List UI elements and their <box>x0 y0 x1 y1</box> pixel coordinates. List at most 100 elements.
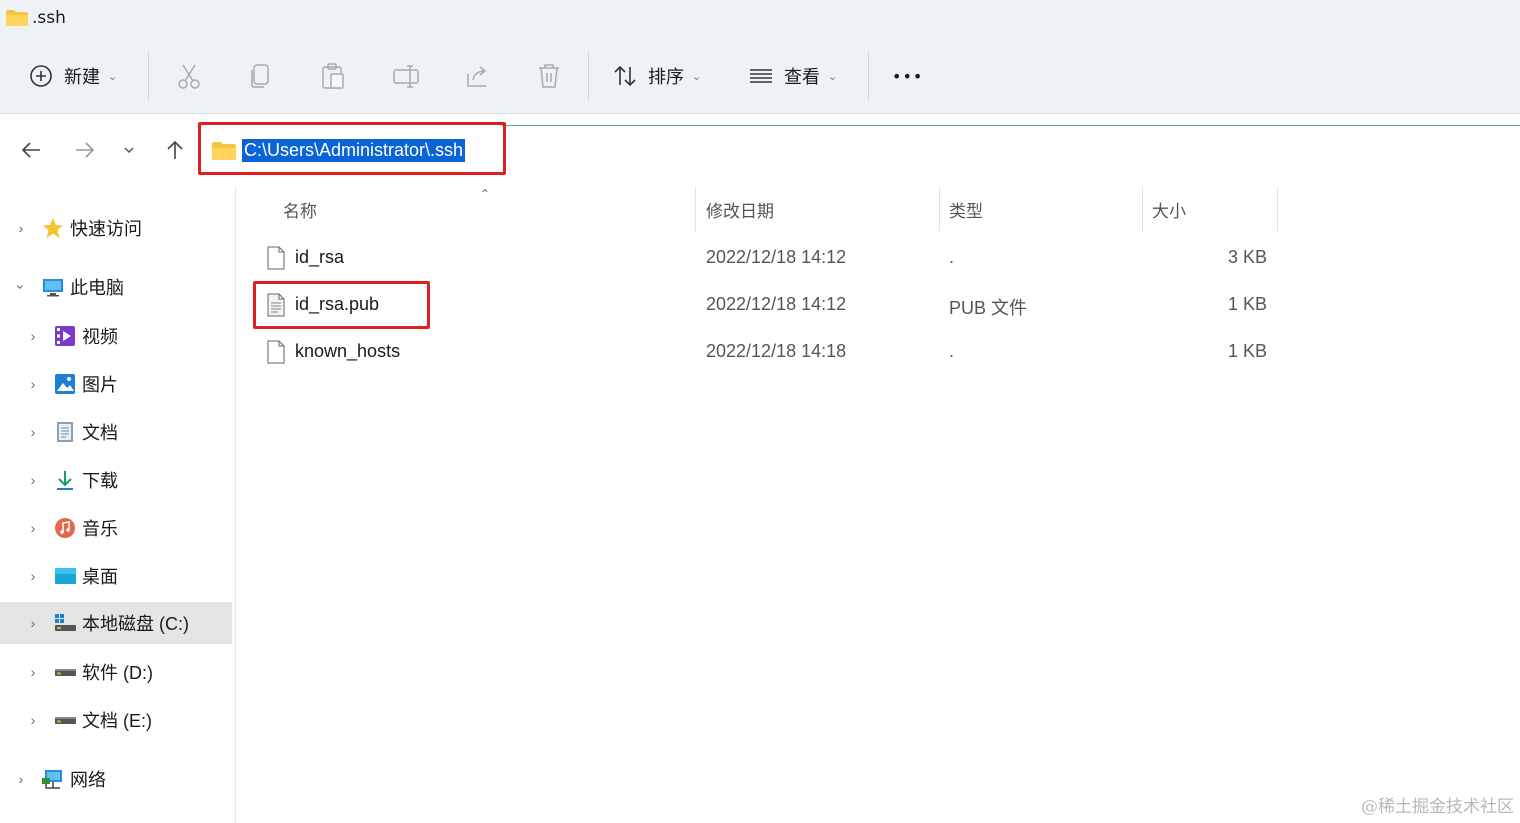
chevron-down-icon: ⌄ <box>108 69 118 83</box>
file-modified: 2022/12/18 14:12 <box>706 247 847 267</box>
file-modified: 2022/12/18 14:12 <box>706 294 847 314</box>
download-icon <box>54 469 76 491</box>
annotation-highlight-box <box>198 122 506 175</box>
scissors-icon <box>178 64 200 89</box>
column-divider[interactable] <box>695 187 696 231</box>
chevron-right-icon: › <box>30 472 36 488</box>
sidebar-item-pictures[interactable]: › 图片 <box>0 363 232 405</box>
back-button[interactable] <box>16 135 46 165</box>
chevron-down-icon: ⌄ <box>828 69 838 83</box>
more-options-button[interactable]: ••• <box>892 56 923 96</box>
blank-file-icon <box>267 340 285 364</box>
sort-ascending-icon: ⌃ <box>480 187 491 201</box>
sidebar-item-documents[interactable]: › 文档 <box>0 411 232 453</box>
sidebar-item-label: 此电脑 <box>70 278 124 298</box>
more-icon: ••• <box>892 66 924 86</box>
cut-button[interactable] <box>176 56 202 96</box>
up-button[interactable] <box>160 135 190 165</box>
sidebar-item-label: 文档 <box>82 423 118 443</box>
file-type: . <box>949 247 955 267</box>
column-divider[interactable] <box>1277 187 1278 231</box>
copy-button[interactable] <box>248 56 274 96</box>
sidebar-item-label: 文档 (E:) <box>82 711 152 731</box>
delete-button[interactable] <box>536 56 562 96</box>
chevron-right-icon: › <box>30 615 36 631</box>
rename-button[interactable] <box>392 56 420 96</box>
computer-icon <box>42 276 64 298</box>
sidebar-item-label: 桌面 <box>82 567 118 587</box>
sidebar-item-drive-d[interactable]: › 软件 (D:) <box>0 651 232 693</box>
chevron-right-icon: › <box>18 220 24 236</box>
sort-label: 排序 <box>648 67 684 88</box>
chevron-right-icon: › <box>30 520 36 536</box>
document-icon <box>54 421 76 443</box>
sidebar-item-desktop[interactable]: › 桌面 <box>0 555 232 597</box>
sidebar-item-drive-e[interactable]: › 文档 (E:) <box>0 699 232 741</box>
column-header-label: 修改日期 <box>706 201 774 221</box>
chevron-right-icon: › <box>30 376 36 392</box>
chevron-right-icon: › <box>30 424 36 440</box>
file-type: . <box>949 341 955 361</box>
file-row[interactable]: known_hosts 2022/12/18 14:18 . 1 KB <box>237 331 1277 373</box>
column-divider[interactable] <box>1142 187 1143 231</box>
sort-button[interactable]: 排序 ⌄ <box>612 56 701 96</box>
network-icon <box>42 768 64 790</box>
arrow-right-icon <box>76 142 95 158</box>
navigation-pane: › 快速访问 › 此电脑 › 视频 › 图片 › 文档 › 下载 › 音乐 › … <box>0 187 236 823</box>
command-bar: 新建 ⌄ 排序 ⌄ 查看 ⌄ ••• <box>0 36 1520 114</box>
toolbar-divider <box>148 52 149 100</box>
plus-circle-icon <box>30 65 52 87</box>
sidebar-item-label: 本地磁盘 (C:) <box>82 614 189 634</box>
sidebar-item-videos[interactable]: › 视频 <box>0 315 232 357</box>
paste-button[interactable] <box>320 56 346 96</box>
file-list-pane: ⌃ 名称 修改日期 类型 大小 id_rsa 2022/12/18 14:12 … <box>237 187 1520 823</box>
share-button[interactable] <box>464 56 492 96</box>
file-row[interactable]: id_rsa 2022/12/18 14:12 . 3 KB <box>237 237 1277 279</box>
window-title: .ssh <box>32 8 66 28</box>
drive-icon <box>54 709 76 731</box>
drive-icon <box>54 661 76 683</box>
column-header-size[interactable]: 大小 <box>1152 187 1186 231</box>
file-size: 1 KB <box>1227 341 1267 361</box>
chevron-right-icon: › <box>30 568 36 584</box>
navigation-bar: C:\Users\Administrator\.ssh <box>0 115 1520 187</box>
file-modified: 2022/12/18 14:18 <box>706 341 847 361</box>
sidebar-item-quick-access[interactable]: › 快速访问 <box>0 207 232 249</box>
sidebar-item-label: 下载 <box>82 471 118 491</box>
view-button[interactable]: 查看 ⌄ <box>748 56 837 96</box>
chevron-right-icon: › <box>18 771 24 787</box>
sidebar-item-label: 视频 <box>82 327 118 347</box>
new-button[interactable]: 新建 ⌄ <box>28 56 117 96</box>
sidebar-item-local-disk-c[interactable]: › 本地磁盘 (C:) <box>0 602 232 644</box>
sidebar-item-music[interactable]: › 音乐 <box>0 507 232 549</box>
column-divider[interactable] <box>939 187 940 231</box>
annotation-highlight-box <box>253 281 430 329</box>
toolbar-divider <box>588 52 589 100</box>
trash-icon <box>539 64 559 88</box>
arrow-left-icon <box>21 142 40 158</box>
desktop-icon <box>54 565 76 587</box>
chevron-down-icon <box>124 147 134 154</box>
title-bar: .ssh <box>0 0 1520 36</box>
share-icon <box>467 66 487 87</box>
file-name: id_rsa <box>295 247 345 267</box>
chevron-down-icon: ⌄ <box>692 69 702 83</box>
file-type: PUB 文件 <box>949 298 1028 318</box>
sidebar-item-network[interactable]: › 网络 <box>0 758 232 800</box>
rename-icon <box>393 65 419 88</box>
sidebar-item-label: 音乐 <box>82 519 118 539</box>
folder-icon <box>6 10 28 26</box>
forward-button[interactable] <box>70 135 100 165</box>
copy-icon <box>251 64 269 88</box>
star-icon <box>42 217 64 239</box>
recent-locations-button[interactable] <box>114 135 144 165</box>
file-size: 3 KB <box>1227 247 1267 267</box>
column-header-modified[interactable]: 修改日期 <box>706 187 774 231</box>
sidebar-item-label: 网络 <box>70 770 106 790</box>
arrow-up-icon <box>167 140 183 159</box>
column-header-name[interactable]: 名称 <box>283 187 317 231</box>
sidebar-item-this-pc[interactable]: › 此电脑 <box>0 266 232 308</box>
column-header-type[interactable]: 类型 <box>949 187 983 231</box>
sidebar-item-label: 快速访问 <box>70 219 142 239</box>
sidebar-item-downloads[interactable]: › 下载 <box>0 459 232 501</box>
